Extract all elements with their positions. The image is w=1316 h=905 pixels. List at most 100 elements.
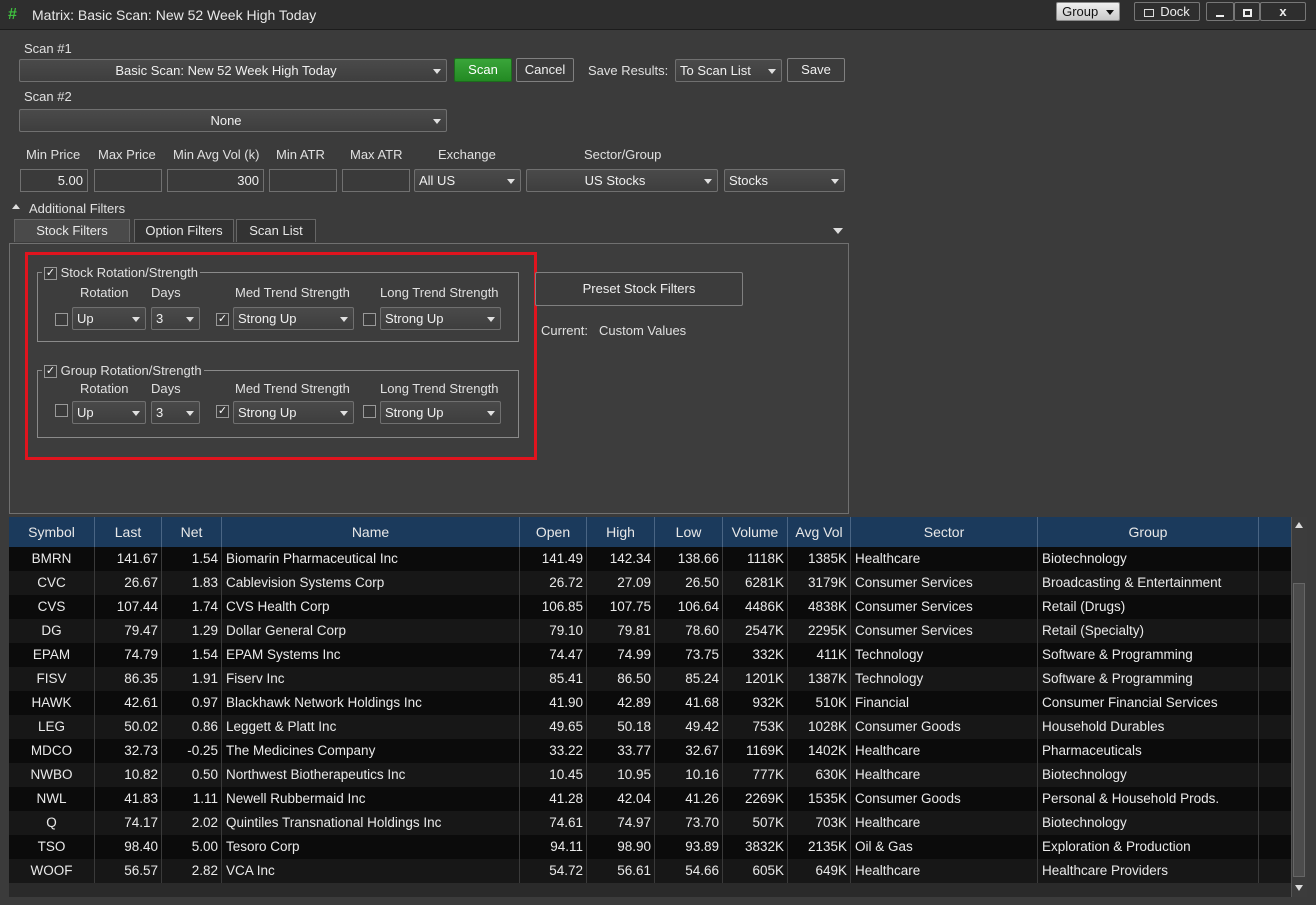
cancel-button[interactable]: Cancel bbox=[516, 58, 574, 82]
min-atr-field[interactable] bbox=[269, 169, 337, 192]
tabs-menu-chevron-icon[interactable] bbox=[833, 228, 843, 234]
save-results-value: To Scan List bbox=[680, 63, 751, 78]
cell-sector: Consumer Goods bbox=[851, 787, 1038, 811]
column-header-last[interactable]: Last bbox=[95, 517, 162, 547]
vertical-scrollbar[interactable] bbox=[1291, 517, 1307, 897]
cell-name: Tesoro Corp bbox=[222, 835, 520, 859]
cell-sector: Technology bbox=[851, 643, 1038, 667]
min-atr-label: Min ATR bbox=[276, 147, 325, 162]
column-header-open[interactable]: Open bbox=[520, 517, 587, 547]
minimize-icon bbox=[1216, 14, 1224, 17]
cell-volume: 1169K bbox=[723, 739, 788, 763]
close-button[interactable]: x bbox=[1260, 2, 1306, 21]
cell-symbol: Q bbox=[9, 811, 95, 835]
max-atr-label: Max ATR bbox=[350, 147, 403, 162]
cell-open: 85.41 bbox=[520, 667, 587, 691]
cell-symbol: CVS bbox=[9, 595, 95, 619]
table-row[interactable]: HAWK 42.61 0.97 Blackhawk Network Holdings … bbox=[9, 691, 1291, 715]
column-header-sector[interactable]: Sector bbox=[851, 517, 1038, 547]
table-row[interactable]: CVS 107.44 1.74 CVS Health Corp 106.85 107.75… bbox=[9, 595, 1291, 619]
cell-open: 79.10 bbox=[520, 619, 587, 643]
dock-button[interactable]: Dock bbox=[1134, 2, 1200, 21]
cell-volume: 332K bbox=[723, 643, 788, 667]
cell-sector: Healthcare bbox=[851, 811, 1038, 835]
cell-name: CVS Health Corp bbox=[222, 595, 520, 619]
cell-low: 10.16 bbox=[655, 763, 723, 787]
table-row[interactable]: LEG 50.02 0.86 Leggett & Platt Inc 49.65 50.1… bbox=[9, 715, 1291, 739]
table-row[interactable]: BMRN 141.67 1.54 Biomarin Pharmaceutical In… bbox=[9, 547, 1291, 571]
table-row[interactable]: WOOF 56.57 2.82 VCA Inc 54.72 56.61 54.66 605K 6… bbox=[9, 859, 1291, 883]
column-header-avg-vol[interactable]: Avg Vol bbox=[788, 517, 851, 547]
table-row[interactable]: MDCO 32.73 -0.25 The Medicines Company 33.22… bbox=[9, 739, 1291, 763]
cell-avg-vol: 411K bbox=[788, 643, 851, 667]
cell-avg-vol: 1387K bbox=[788, 667, 851, 691]
column-header-net[interactable]: Net bbox=[162, 517, 222, 547]
min-avg-vol-label: Min Avg Vol (k) bbox=[173, 147, 260, 162]
cell-name: Cablevision Systems Corp bbox=[222, 571, 520, 595]
column-header-group[interactable]: Group bbox=[1038, 517, 1259, 547]
column-header-volume[interactable]: Volume bbox=[723, 517, 788, 547]
title-bar: # Matrix: Basic Scan: New 52 Week High T… bbox=[0, 0, 1316, 30]
save-button[interactable]: Save bbox=[787, 58, 845, 82]
additional-filters-toggle[interactable]: Additional Filters bbox=[29, 201, 125, 216]
cell-sector: Consumer Services bbox=[851, 571, 1038, 595]
save-results-select[interactable]: To Scan List bbox=[675, 59, 782, 82]
min-price-field[interactable]: 5.00 bbox=[20, 169, 88, 192]
chevron-down-icon bbox=[507, 179, 515, 184]
table-row[interactable]: Q 74.17 2.02 Quintiles Transnational Holdin… bbox=[9, 811, 1291, 835]
table-row[interactable]: FISV 86.35 1.91 Fiserv Inc 85.41 86.50 85.24 12… bbox=[9, 667, 1291, 691]
scroll-thumb[interactable] bbox=[1293, 583, 1305, 877]
maximize-button[interactable] bbox=[1234, 2, 1260, 21]
table-row[interactable]: TSO 98.40 5.00 Tesoro Corp 94.11 98.90 93.89 38… bbox=[9, 835, 1291, 859]
dock-label: Dock bbox=[1160, 4, 1190, 19]
cell-open: 54.72 bbox=[520, 859, 587, 883]
cell-high: 142.34 bbox=[587, 547, 655, 571]
minimize-button[interactable] bbox=[1206, 2, 1234, 21]
cell-sector: Healthcare bbox=[851, 763, 1038, 787]
column-header-name[interactable]: Name bbox=[222, 517, 520, 547]
cell-net: 1.11 bbox=[162, 787, 222, 811]
column-header-high[interactable]: High bbox=[587, 517, 655, 547]
cell-high: 56.61 bbox=[587, 859, 655, 883]
min-price-label: Min Price bbox=[26, 147, 81, 162]
cell-high: 79.81 bbox=[587, 619, 655, 643]
cell-avg-vol: 510K bbox=[788, 691, 851, 715]
exchange-select[interactable]: All US bbox=[414, 169, 521, 192]
collapse-triangle-icon[interactable] bbox=[12, 204, 20, 209]
column-header-symbol[interactable]: Symbol bbox=[9, 517, 95, 547]
cell-symbol: TSO bbox=[9, 835, 95, 859]
scan2-select[interactable]: None bbox=[19, 109, 447, 132]
max-price-field[interactable] bbox=[94, 169, 162, 192]
group-select[interactable]: Stocks bbox=[724, 169, 845, 192]
cell-net: 0.86 bbox=[162, 715, 222, 739]
table-row[interactable]: CVC 26.67 1.83 Cablevision Systems Corp 26.7… bbox=[9, 571, 1291, 595]
cell-last: 79.47 bbox=[95, 619, 162, 643]
cell-sector: Healthcare bbox=[851, 739, 1038, 763]
table-row[interactable]: DG 79.47 1.29 Dollar General Corp 79.10 79.81… bbox=[9, 619, 1291, 643]
tab-stock-filters[interactable]: Stock Filters bbox=[14, 219, 130, 242]
group-dropdown-button[interactable]: Group bbox=[1056, 2, 1120, 21]
scan-button[interactable]: Scan bbox=[454, 58, 512, 82]
group-label: Group bbox=[1062, 4, 1099, 19]
cell-volume: 6281K bbox=[723, 571, 788, 595]
tab-option-filters[interactable]: Option Filters bbox=[134, 219, 234, 242]
sector-select[interactable]: US Stocks bbox=[526, 169, 718, 192]
scan1-select[interactable]: Basic Scan: New 52 Week High Today bbox=[19, 59, 447, 82]
cell-group: Personal & Household Prods. bbox=[1038, 787, 1259, 811]
preset-stock-filters-button[interactable]: Preset Stock Filters bbox=[535, 272, 743, 306]
tab-scan-list[interactable]: Scan List bbox=[236, 219, 316, 242]
cell-avg-vol: 1402K bbox=[788, 739, 851, 763]
table-row[interactable]: NWBO 10.82 0.50 Northwest Biotherapeutics I… bbox=[9, 763, 1291, 787]
column-header-low[interactable]: Low bbox=[655, 517, 723, 547]
cell-group: Household Durables bbox=[1038, 715, 1259, 739]
cell-last: 26.67 bbox=[95, 571, 162, 595]
table-row[interactable]: NWL 41.83 1.11 Newell Rubbermaid Inc 41.28 42… bbox=[9, 787, 1291, 811]
scroll-up-icon[interactable] bbox=[1295, 522, 1303, 528]
scroll-down-icon[interactable] bbox=[1295, 885, 1303, 891]
cell-open: 10.45 bbox=[520, 763, 587, 787]
table-row[interactable]: EPAM 74.79 1.54 EPAM Systems Inc 74.47 74.99 7… bbox=[9, 643, 1291, 667]
cell-open: 94.11 bbox=[520, 835, 587, 859]
max-atr-field[interactable] bbox=[342, 169, 410, 192]
min-avg-vol-field[interactable]: 300 bbox=[167, 169, 264, 192]
maximize-icon bbox=[1242, 8, 1252, 17]
